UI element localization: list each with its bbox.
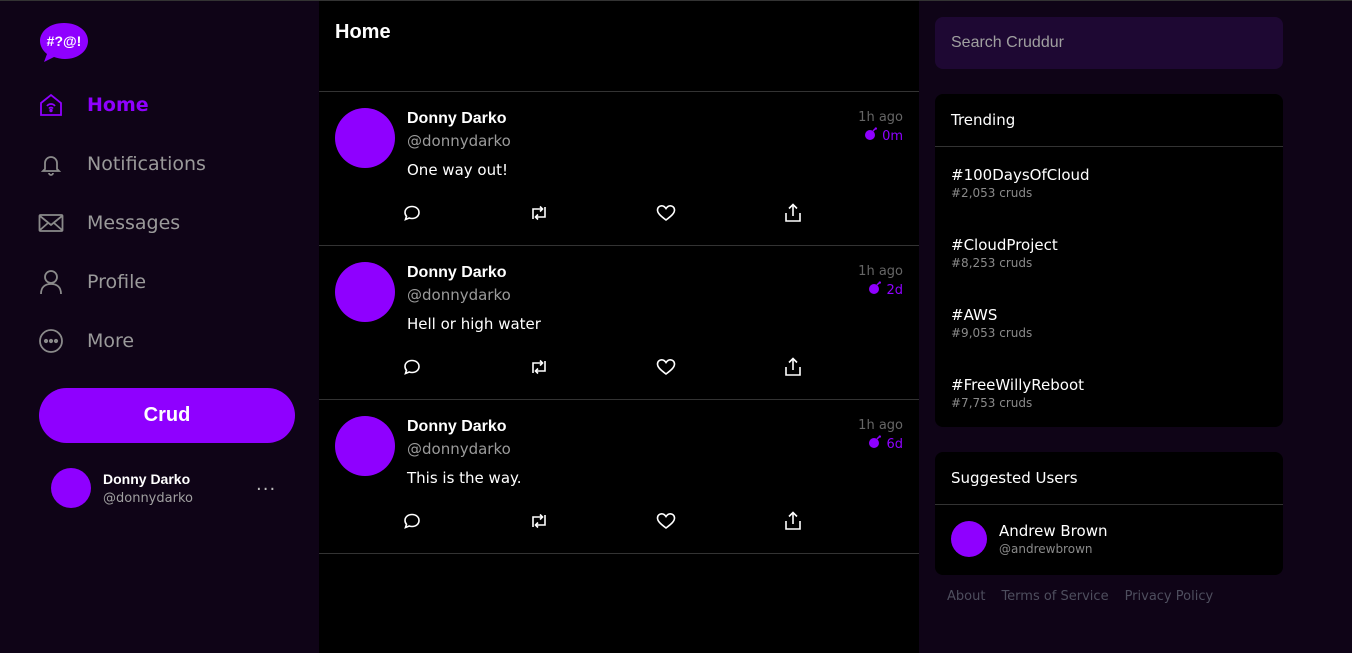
nav-label-messages: Messages — [87, 212, 181, 234]
avatar[interactable] — [335, 416, 395, 476]
privacy-link[interactable]: Privacy Policy — [1125, 589, 1214, 604]
reply-icon[interactable] — [401, 202, 423, 224]
logo-bubble-icon: #?@! — [40, 23, 88, 62]
trending-count: #2,053 cruds — [951, 186, 1033, 200]
post-timestamp: 1h ago — [858, 418, 903, 433]
trending-item[interactable]: #100DaysOfCloud #2,053 cruds — [935, 147, 1283, 217]
bomb-icon — [868, 281, 882, 299]
like-icon[interactable] — [655, 356, 677, 378]
share-icon[interactable] — [782, 510, 804, 532]
trending-item[interactable]: #CloudProject #8,253 cruds — [935, 217, 1283, 287]
trending-item[interactable]: #AWS #9,053 cruds — [935, 287, 1283, 357]
nav-item-profile[interactable]: Profile — [36, 262, 296, 302]
feed-header: Home — [319, 1, 919, 92]
nav-item-more[interactable]: More — [36, 321, 296, 361]
post-author-handle[interactable]: @donnydarko — [407, 286, 511, 304]
suggested-title: Suggested Users — [935, 452, 1283, 505]
post-item[interactable]: Donny Darko @donnydarko One way out! 1h … — [319, 92, 919, 246]
nav-item-messages[interactable]: Messages — [36, 203, 296, 243]
post-actions — [401, 202, 801, 226]
avatar[interactable] — [335, 108, 395, 168]
bomb-icon — [868, 435, 882, 453]
post-expiry-value: 2d — [886, 282, 903, 298]
trending-tag: #100DaysOfCloud — [951, 166, 1090, 184]
sidebar: #?@! Home Notifications Messages Profile… — [0, 1, 319, 653]
crud-button[interactable]: Crud — [39, 388, 295, 443]
trending-tag: #CloudProject — [951, 236, 1058, 254]
suggested-user-name: Andrew Brown — [999, 522, 1108, 540]
post-expiry: 2d — [868, 281, 903, 299]
post-author-name[interactable]: Donny Darko — [407, 418, 507, 436]
mail-icon — [36, 208, 66, 238]
avatar[interactable] — [335, 262, 395, 322]
nav-label-profile: Profile — [87, 271, 147, 293]
reply-icon[interactable] — [401, 510, 423, 532]
post-author-handle[interactable]: @donnydarko — [407, 440, 511, 458]
post-list: Donny Darko @donnydarko One way out! 1h … — [319, 92, 919, 554]
trending-count: #7,753 cruds — [951, 396, 1033, 410]
search-input[interactable] — [935, 17, 1283, 69]
bomb-icon — [864, 127, 878, 145]
post-item[interactable]: Donny Darko @donnydarko This is the way.… — [319, 400, 919, 554]
current-user-handle: @donnydarko — [103, 490, 193, 506]
post-expiry: 6d — [868, 435, 903, 453]
logo-text: #?@! — [47, 33, 82, 49]
share-icon[interactable] — [782, 356, 804, 378]
footer-links: About Terms of Service Privacy Policy — [947, 589, 1213, 604]
post-author-handle[interactable]: @donnydarko — [407, 132, 511, 150]
post-timestamp: 1h ago — [858, 110, 903, 125]
right-column: Trending #100DaysOfCloud #2,053 cruds #C… — [919, 1, 1352, 653]
post-expiry-value: 0m — [882, 128, 903, 144]
terms-link[interactable]: Terms of Service — [1001, 589, 1108, 604]
suggested-users-panel: Suggested Users Andrew Brown @andrewbrow… — [935, 452, 1283, 575]
current-user-card[interactable]: Donny Darko @donnydarko ··· — [51, 467, 291, 509]
suggested-user-handle: @andrewbrown — [999, 542, 1093, 556]
trending-tag: #AWS — [951, 306, 998, 324]
post-expiry: 0m — [864, 127, 903, 145]
about-link[interactable]: About — [947, 589, 985, 604]
page-title: Home — [335, 21, 391, 43]
reply-icon[interactable] — [401, 356, 423, 378]
avatar — [951, 521, 987, 557]
post-timestamp: 1h ago — [858, 264, 903, 279]
nav-label-notifications: Notifications — [87, 153, 206, 175]
nav-item-home[interactable]: Home — [36, 85, 296, 125]
share-icon[interactable] — [782, 202, 804, 224]
user-menu-icon[interactable]: ··· — [256, 479, 276, 500]
post-actions — [401, 356, 801, 380]
nav-label-home: Home — [87, 94, 149, 116]
trending-count: #8,253 cruds — [951, 256, 1033, 270]
post-actions — [401, 510, 801, 534]
avatar — [51, 468, 91, 508]
repost-icon[interactable] — [528, 356, 550, 378]
post-message: One way out! — [407, 161, 508, 179]
trending-title: Trending — [935, 94, 1283, 147]
trending-panel: Trending #100DaysOfCloud #2,053 cruds #C… — [935, 94, 1283, 427]
post-author-name[interactable]: Donny Darko — [407, 264, 507, 282]
post-message: This is the way. — [407, 469, 522, 487]
post-item[interactable]: Donny Darko @donnydarko Hell or high wat… — [319, 246, 919, 400]
trending-count: #9,053 cruds — [951, 326, 1033, 340]
current-user-name: Donny Darko — [103, 470, 191, 487]
post-author-name[interactable]: Donny Darko — [407, 110, 507, 128]
person-icon — [36, 267, 66, 297]
repost-icon[interactable] — [528, 202, 550, 224]
nav-label-more: More — [87, 330, 135, 352]
nav-item-notifications[interactable]: Notifications — [36, 144, 296, 184]
more-circle-icon — [36, 326, 66, 356]
like-icon[interactable] — [655, 510, 677, 532]
repost-icon[interactable] — [528, 510, 550, 532]
trending-item[interactable]: #FreeWillyReboot #7,753 cruds — [935, 357, 1283, 427]
home-icon — [36, 90, 66, 120]
feed: Home Donny Darko @donnydarko One way out… — [319, 1, 919, 653]
trending-tag: #FreeWillyReboot — [951, 376, 1085, 394]
suggested-user[interactable]: Andrew Brown @andrewbrown — [935, 505, 1283, 573]
bell-icon — [36, 149, 66, 179]
post-expiry-value: 6d — [886, 436, 903, 452]
cruddur-logo[interactable]: #?@! — [39, 21, 89, 63]
post-message: Hell or high water — [407, 315, 541, 333]
like-icon[interactable] — [655, 202, 677, 224]
